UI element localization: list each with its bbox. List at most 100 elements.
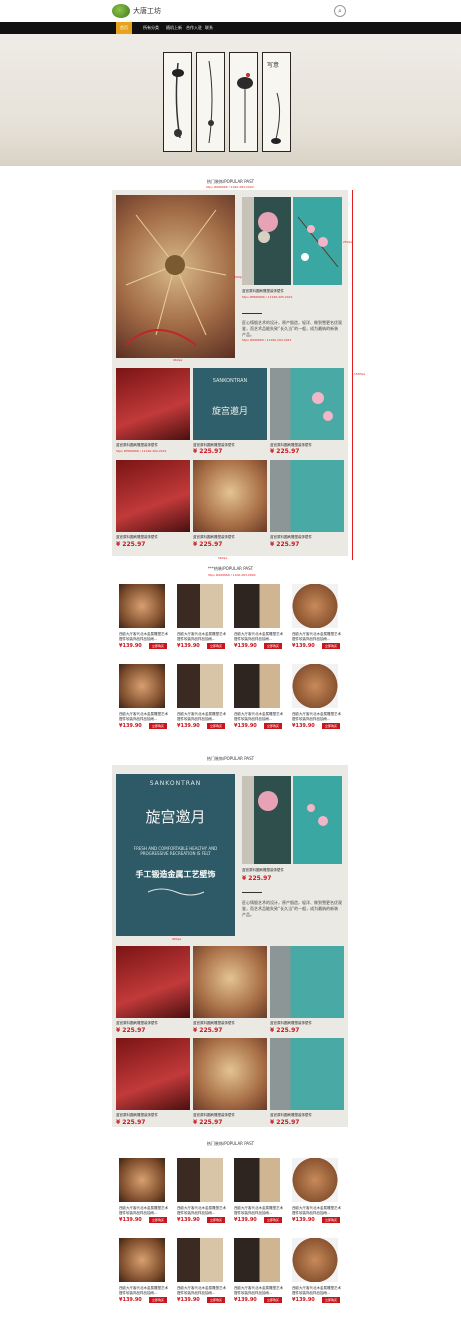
buy-now-button[interactable]: 立即购买 — [149, 1297, 167, 1303]
product-image[interactable] — [193, 946, 267, 1018]
nav-item-contact[interactable]: 联系 — [205, 22, 213, 34]
buy-now-button[interactable]: 立即购买 — [322, 1217, 340, 1223]
featured-product-image[interactable]: SANKONTRAN 旋宫邀月 FRESH AND COMFORTABLE HE… — [116, 774, 235, 936]
popular-product-caption[interactable]: 西欧大厅客代北木金属雕塑艺术摆件软装饰品样品抽雨... — [234, 1206, 284, 1215]
product-caption[interactable]: 蓝官原料圆刷雕塑装饰壁件 — [116, 1021, 190, 1026]
popular-product-price: ¥139.90 — [292, 723, 315, 729]
product-price: ¥ 225.97 — [116, 1119, 146, 1126]
buy-now-button[interactable]: 立即购买 — [149, 723, 167, 729]
lotus-panel-image[interactable] — [242, 197, 291, 285]
buy-now-button[interactable]: 立即购买 — [322, 1297, 340, 1303]
buy-now-button[interactable]: 立即购买 — [264, 723, 282, 729]
nav-item-categories[interactable]: 所有分类 — [143, 22, 159, 34]
buy-now-button[interactable]: 立即购买 — [207, 723, 225, 729]
nav-item-join[interactable]: 合作入驻 — [186, 22, 202, 34]
popular-product-price: ¥139.90 — [292, 1217, 315, 1223]
buy-now-button[interactable]: 立即购买 — [207, 1217, 225, 1223]
product-image[interactable] — [270, 460, 344, 532]
popular-product-caption[interactable]: 西欧大厅客代北木金属雕塑艺术摆件软装饰品样品抽雨... — [177, 712, 227, 721]
popular-product-image[interactable] — [292, 584, 338, 628]
product-caption[interactable]: 蓝官原料圆刷雕塑装饰壁件 — [116, 535, 190, 540]
popular-product-price: ¥139.90 — [234, 723, 257, 729]
buy-now-button[interactable]: 立即购买 — [207, 1297, 225, 1303]
popular-product-image[interactable] — [119, 1158, 165, 1202]
popular-product-image[interactable] — [119, 664, 165, 708]
measure-line — [352, 190, 353, 560]
nav-item-home[interactable]: 首页 — [116, 22, 132, 34]
popular-product-price: ¥139.90 — [119, 643, 142, 649]
popular-product-image[interactable] — [292, 1158, 338, 1202]
buy-now-button[interactable]: 立即购买 — [264, 643, 282, 649]
feature-caption[interactable]: 蓝官原料圆刷雕塑装饰壁件 — [242, 868, 316, 873]
nav-item-new[interactable]: 随机上新 — [166, 22, 182, 34]
product-price: ¥ 225.97 — [270, 448, 300, 455]
feature-caption[interactable]: 蓝官原料圆刷雕塑装饰壁件 — [242, 289, 316, 294]
product-caption[interactable]: 蓝官原料圆刷雕塑装饰壁件 — [270, 535, 344, 540]
product-caption[interactable]: 蓝官原料圆刷雕塑装饰壁件 — [193, 1113, 267, 1118]
product-caption[interactable]: 蓝官原料圆刷雕塑装饰壁件 — [193, 535, 267, 540]
brand-name[interactable]: 大唐工坊 — [133, 6, 161, 16]
popular-product-caption[interactable]: 西欧大厅客代北木金属雕塑艺术摆件软装饰品样品抽雨... — [234, 712, 284, 721]
popular-product-caption[interactable]: 西欧大厅客代北木金属雕塑艺术摆件软装饰品样品抽雨... — [234, 1286, 284, 1295]
measure-note: 1583px — [354, 372, 366, 376]
buy-now-button[interactable]: 立即购买 — [264, 1217, 282, 1223]
blossom-panel-image[interactable] — [293, 197, 342, 285]
popular-product-image[interactable] — [119, 584, 165, 628]
popular-product-image[interactable] — [119, 1238, 165, 1282]
popular-product-image[interactable] — [177, 1158, 223, 1202]
product-caption[interactable]: 蓝官原料圆刷雕塑装饰壁件 — [270, 1021, 344, 1026]
popular-product-caption[interactable]: 西欧大厅客代北木金属雕塑艺术摆件软装饰品样品抽雨... — [292, 1206, 342, 1215]
popular-product-caption[interactable]: 西欧大厅客代北木金属雕塑艺术摆件软装饰品样品抽雨... — [119, 1286, 169, 1295]
popular-product-price: ¥139.90 — [234, 643, 257, 649]
blossom-panel-image[interactable] — [293, 776, 342, 864]
product-image[interactable] — [116, 460, 190, 532]
buy-now-button[interactable]: 立即购买 — [264, 1297, 282, 1303]
buy-now-button[interactable]: 立即购买 — [149, 1217, 167, 1223]
popular-product-caption[interactable]: 西欧大厅客代北木金属雕塑艺术摆件软装饰品样品抽雨... — [119, 712, 169, 721]
product-image[interactable] — [270, 1038, 344, 1110]
popular-product-caption[interactable]: 西欧大厅客代北木金属雕塑艺术摆件软装饰品样品抽雨... — [292, 712, 342, 721]
popular-product-image[interactable] — [292, 664, 338, 708]
popular-product-caption[interactable]: 西欧大厅客代北木金属雕塑艺术摆件软装饰品样品抽雨... — [292, 632, 342, 641]
popular-product-image[interactable] — [177, 1238, 223, 1282]
product-image[interactable] — [116, 1038, 190, 1110]
popular-product-image[interactable] — [177, 664, 223, 708]
popular-product-caption[interactable]: 西欧大厅客代北木金属雕塑艺术摆件软装饰品样品抽雨... — [177, 1206, 227, 1215]
popular-product-caption[interactable]: 西欧大厅客代北木金属雕塑艺术摆件软装饰品样品抽雨... — [177, 1286, 227, 1295]
product-image[interactable] — [116, 946, 190, 1018]
product-image[interactable] — [270, 368, 344, 440]
popular-product-caption[interactable]: 西欧大厅客代北木金属雕塑艺术摆件软装饰品样品抽雨... — [177, 632, 227, 641]
feature-title: 旋宫邀月 — [145, 808, 206, 826]
popular-product-image[interactable] — [234, 1238, 280, 1282]
popular-product-image[interactable] — [234, 584, 280, 628]
hero-banner[interactable]: 写意 — [0, 34, 461, 204]
popular-product-image[interactable] — [177, 584, 223, 628]
product-caption[interactable]: 蓝官原料圆刷雕塑装饰壁件 — [270, 1113, 344, 1118]
buy-now-button[interactable]: 立即购买 — [322, 643, 340, 649]
lotus-panel-image[interactable] — [242, 776, 291, 864]
product-image[interactable]: SANKONTRAN 旋宫邀月 — [193, 368, 267, 440]
popular-product-caption[interactable]: 西欧大厅客代北木金属雕塑艺术摆件软装饰品样品抽雨... — [119, 632, 169, 641]
product-caption[interactable]: 蓝官原料圆刷雕塑装饰壁件 — [116, 443, 190, 448]
product-image[interactable] — [193, 1038, 267, 1110]
buy-now-button[interactable]: 立即购买 — [149, 643, 167, 649]
product-caption[interactable]: 蓝官原料圆刷雕塑装饰壁件 — [193, 1021, 267, 1026]
leaf-logo-icon[interactable] — [112, 4, 130, 18]
product-image[interactable] — [116, 368, 190, 440]
product-caption[interactable]: 蓝官原料圆刷雕塑装饰壁件 — [116, 1113, 190, 1118]
measure-note: 250px — [343, 240, 353, 244]
popular-product-image[interactable] — [234, 1158, 280, 1202]
product-image[interactable] — [193, 460, 267, 532]
buy-now-button[interactable]: 立即购买 — [207, 643, 225, 649]
featured-product-image[interactable] — [116, 195, 235, 358]
svg-text:写意: 写意 — [267, 61, 279, 69]
popular-product-caption[interactable]: 西欧大厅客代北木金属雕塑艺术摆件软装饰品样品抽雨... — [234, 632, 284, 641]
popular-product-caption[interactable]: 西欧大厅客代北木金属雕塑艺术摆件软装饰品样品抽雨... — [292, 1286, 342, 1295]
popular-product-image[interactable] — [292, 1238, 338, 1282]
search-icon[interactable]: ⌕ — [334, 5, 346, 17]
product-price: ¥ 225.97 — [116, 1027, 146, 1034]
popular-product-caption[interactable]: 西欧大厅客代北木金属雕塑艺术摆件软装饰品样品抽雨... — [119, 1206, 169, 1215]
product-image[interactable] — [270, 946, 344, 1018]
buy-now-button[interactable]: 立即购买 — [322, 723, 340, 729]
popular-product-image[interactable] — [234, 664, 280, 708]
